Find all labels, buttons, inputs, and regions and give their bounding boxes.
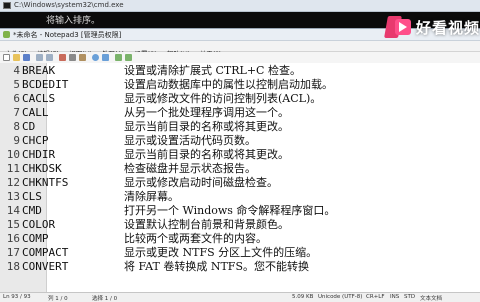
notepad-title: *未命名 - Notepad3 [管理员权限] [13,31,122,39]
line-number: 15 [6,218,20,231]
status-encoding[interactable]: Unicode (UTF-8) [318,294,362,300]
status-file-size: 5.09 KB [292,294,314,300]
line-number: 9 [13,134,20,147]
command-description: 从另一个批处理程序调用这一个。 [124,106,289,119]
command-description: 清除屏幕。 [124,190,179,203]
command-description: 显示或更改 NTFS 分区上文件的压缩。 [124,246,318,259]
line-number: 18 [6,260,20,273]
cmd-icon [3,2,11,9]
command-description: 比较两个或两套文件的内容。 [124,232,267,245]
editor-line: 16 COMP 比较两个或两套文件的内容。 [0,232,480,246]
line-number: 10 [6,148,20,161]
editor-line: 6 CACLS 显示或修改文件的访问控制列表(ACL)。 [0,92,480,106]
line-number: 11 [6,162,20,175]
command-name: BREAK [22,64,56,77]
command-name: CMD [22,204,42,217]
command-description: 设置或清除扩展式 CTRL+C 检查。 [124,64,301,77]
cmd-title: C:\Windows\system32\cmd.exe [14,1,124,9]
editor-line: 18 CONVERT 将 FAT 卷转换成 NTFS。您不能转换 [0,260,480,274]
status-eol[interactable]: CR+LF [366,294,385,300]
status-std: STD [404,294,416,300]
command-description: 检查磁盘并显示状态报告。 [124,162,256,175]
editor-line: 10 CHDIR 显示当前目录的名称或将其更改。 [0,148,480,162]
command-name: COMPACT [22,246,69,259]
save-icon[interactable] [23,54,30,61]
redo-icon[interactable] [46,54,53,61]
copy-icon[interactable] [69,54,76,61]
line-number: 16 [6,232,20,245]
paste-icon[interactable] [79,54,86,61]
cmd-output-line: 将输入排序。 [46,16,101,26]
replace-icon[interactable] [102,54,109,61]
status-column: 列 1 / 0 [48,296,68,302]
command-description: 显示当前目录的名称或将其更改。 [124,148,289,161]
cut-icon[interactable] [59,54,66,61]
status-bar: Ln 93 / 93 列 1 / 0 选择 1 / 0 5.09 KB Unic… [0,292,480,302]
line-number: 14 [6,204,20,217]
editor-line: 7 CALL 从另一个批处理程序调用这一个。 [0,106,480,120]
status-line: Ln 93 / 93 [3,294,31,300]
notepad-app-icon [3,31,10,38]
undo-icon[interactable] [36,54,43,61]
command-name: CHKNTFS [22,176,69,189]
line-number: 4 [13,64,20,77]
command-description: 将 FAT 卷转换成 NTFS。您不能转换 [124,260,309,273]
command-description: 设置默认控制台前景和背景颜色。 [124,218,289,231]
command-name: COMP [22,232,49,245]
command-name: CALL [22,106,49,119]
line-number: 5 [13,78,20,91]
zoom-out-icon[interactable] [125,54,132,61]
open-folder-icon[interactable] [13,54,20,61]
command-description: 显示或修改文件的访问控制列表(ACL)。 [124,92,322,105]
new-file-icon[interactable] [3,54,10,61]
editor-line: 5 BCDEDIT 设置启动数据库中的属性以控制启动加载。 [0,78,480,92]
editor-line: 12 CHKNTFS 显示或修改启动时间磁盘检查。 [0,176,480,190]
command-description: 显示或设置活动代码页数。 [124,134,256,147]
haokan-logo-icon [382,13,416,41]
command-description: 设置启动数据库中的属性以控制启动加载。 [124,78,333,91]
line-number: 6 [13,92,20,105]
command-name: CLS [22,190,42,203]
notepad-window: *未命名 - Notepad3 [管理员权限] 文件(F) 编辑(E) 视图(V… [0,28,480,302]
command-name: CD [22,120,36,133]
watermark-logo: 好看视频 [382,10,480,44]
command-name: CHDIR [22,148,56,161]
command-name: CACLS [22,92,56,105]
status-insert-mode[interactable]: INS [390,294,399,300]
command-description: 显示或修改启动时间磁盘检查。 [124,176,278,189]
editor-line: 9 CHCP 显示或设置活动代码页数。 [0,134,480,148]
editor-line: 11 CHKDSK 检查磁盘并显示状态报告。 [0,162,480,176]
line-number: 12 [6,176,20,189]
status-language[interactable]: 文本文档 [420,294,442,302]
line-number: 13 [6,190,20,203]
editor-area[interactable]: 4 BREAK 设置或清除扩展式 CTRL+C 检查。 5 BCDEDIT 设置启动数据… [0,63,480,292]
command-name: CHCP [22,134,49,147]
command-name: CHKDSK [22,162,62,175]
status-selection: 选择 1 / 0 [92,296,118,302]
command-description: 显示当前目录的名称或将其更改。 [124,120,289,133]
find-icon[interactable] [92,54,99,61]
command-name: COLOR [22,218,56,231]
editor-line: 14 CMD 打开另一个 Windows 命令解释程序窗口。 [0,204,480,218]
editor-line: 13 CLS 清除屏幕。 [0,190,480,204]
watermark-text: 好看视频 [415,18,480,37]
editor-line: 17 COMPACT 显示或更改 NTFS 分区上文件的压缩。 [0,246,480,260]
command-description: 打开另一个 Windows 命令解释程序窗口。 [124,204,336,217]
editor-line: 15 COLOR 设置默认控制台前景和背景颜色。 [0,218,480,232]
zoom-in-icon[interactable] [115,54,122,61]
command-name: CONVERT [22,260,69,273]
line-number: 8 [13,120,20,133]
editor-line: 8 CD 显示当前目录的名称或将其更改。 [0,120,480,134]
line-number: 7 [13,106,20,119]
editor-line: 4 BREAK 设置或清除扩展式 CTRL+C 检查。 [0,64,480,78]
command-name: BCDEDIT [22,78,69,91]
line-number: 17 [6,246,20,259]
